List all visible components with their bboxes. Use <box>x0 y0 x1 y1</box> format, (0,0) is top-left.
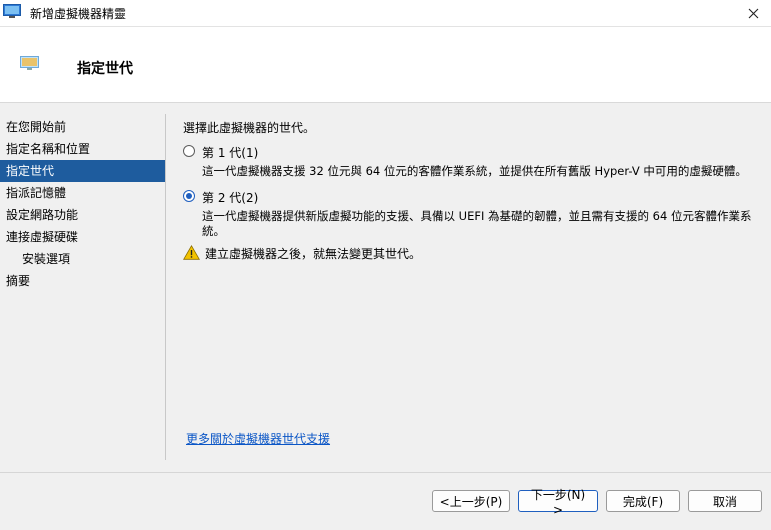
title-bar: 新增虛擬機器精靈 <box>0 0 771 27</box>
nav-item-name-and-location[interactable]: 指定名稱和位置 <box>0 138 165 160</box>
generation-2-radio[interactable] <box>183 190 195 202</box>
nav-item-assign-memory[interactable]: 指派記憶體 <box>0 182 165 204</box>
nav-item-before-you-begin[interactable]: 在您開始前 <box>0 116 165 138</box>
nav-item-summary[interactable]: 摘要 <box>0 270 165 292</box>
page-title: 指定世代 <box>77 61 133 77</box>
previous-button[interactable]: <上一步(P) <box>432 490 510 512</box>
nav-divider <box>165 114 166 460</box>
warning-triangle-icon <box>183 245 200 260</box>
finish-button[interactable]: 完成(F) <box>606 490 680 512</box>
close-button[interactable] <box>735 0 771 26</box>
generation-1-radio[interactable] <box>183 145 195 157</box>
next-button[interactable]: 下一步(N) > <box>518 488 598 517</box>
cancel-button[interactable]: 取消 <box>688 490 762 512</box>
generation-1-description: 這一代虛擬機器支援 32 位元與 64 位元的客體作業系統，並提供在所有舊版 H… <box>202 164 747 178</box>
generation-1-label[interactable]: 第 1 代(1) <box>202 144 258 161</box>
nav-item-configure-networking[interactable]: 設定網路功能 <box>0 204 165 226</box>
nav-item-connect-virtual-disk[interactable]: 連接虛擬硬碟 <box>0 226 165 248</box>
generation-2-label[interactable]: 第 2 代(2) <box>202 189 258 206</box>
nav-item-installation-options[interactable]: 安裝選項 <box>0 248 165 270</box>
hyper-v-monitor-icon <box>3 4 21 18</box>
close-icon <box>748 8 758 18</box>
more-info-link[interactable]: 更多關於虛擬機器世代支援 <box>186 430 330 447</box>
hyper-v-monitor-icon <box>20 56 39 70</box>
generation-2-description: 這一代虛擬機器提供新版虛擬功能的支援、具備以 UEFI 為基礎的韌體，並且需有支… <box>202 209 752 238</box>
warning-text: 建立虛擬機器之後，就無法變更其世代。 <box>205 247 422 261</box>
wizard-steps-nav: 在您開始前 指定名稱和位置 指定世代 指派記憶體 設定網路功能 連接虛擬硬碟 安… <box>0 116 165 292</box>
nav-item-specify-generation[interactable]: 指定世代 <box>0 160 165 182</box>
generation-prompt: 選擇此虛擬機器的世代。 <box>183 121 316 135</box>
window-title: 新增虛擬機器精靈 <box>30 7 127 21</box>
wizard-header: 指定世代 <box>0 27 771 103</box>
footer-divider <box>0 472 771 473</box>
